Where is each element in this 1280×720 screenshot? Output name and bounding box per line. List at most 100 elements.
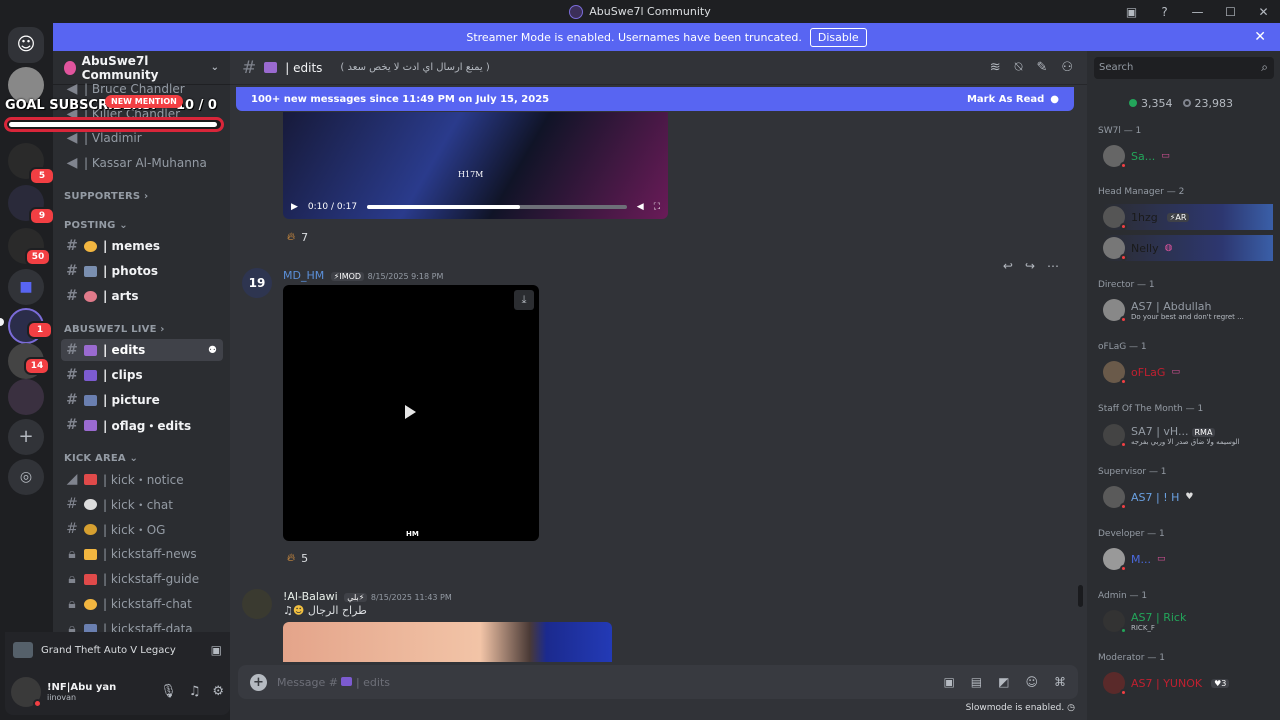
explore-icon[interactable]: ◎ bbox=[8, 459, 44, 495]
microphone-icon[interactable]: 🎙︎ bbox=[160, 684, 177, 699]
gift-icon[interactable]: ▣ bbox=[943, 675, 954, 689]
new-messages-bar[interactable]: 100+ new messages since 11:49 PM on July… bbox=[236, 87, 1074, 111]
avatar[interactable] bbox=[242, 589, 272, 619]
image-attachment[interactable] bbox=[283, 622, 612, 662]
notifications-muted-icon[interactable]: ⍉ bbox=[1015, 60, 1023, 75]
mark-as-read-button[interactable]: Mark As Read bbox=[967, 94, 1044, 105]
download-icon[interactable]: ⤓ bbox=[514, 290, 534, 310]
member-badge: RMA bbox=[1191, 427, 1216, 437]
channel-kickstaff-news[interactable]: 🔒︎ | kickstaff-news bbox=[61, 543, 223, 565]
member-item[interactable]: AS7 | Abdullah Do your best and don't reg… bbox=[1103, 297, 1244, 323]
avatar bbox=[1103, 548, 1127, 572]
add-member-icon[interactable]: ⚉ bbox=[208, 345, 217, 356]
fullscreen-icon[interactable]: ⛶ bbox=[654, 202, 660, 212]
member-badge: ⚡AR bbox=[1166, 212, 1190, 222]
palette-icon bbox=[84, 290, 97, 302]
channel-label: | kickstaff-data bbox=[103, 622, 193, 632]
more-icon[interactable]: ⋯ bbox=[1047, 259, 1059, 273]
channel-memes[interactable]: # | memes bbox=[61, 235, 223, 257]
channel-photos[interactable]: # | photos bbox=[61, 260, 223, 282]
message-input[interactable]: + Message # | edits ▣ ▤ ◩ ☺ ⌘ bbox=[238, 665, 1078, 699]
avatar bbox=[1103, 610, 1127, 634]
message-author[interactable]: MD_HM ⚡IMOD 8/15/2025 9:18 PM bbox=[283, 269, 443, 282]
activity-panel[interactable]: Grand Theft Auto V Legacy ▣ bbox=[5, 632, 230, 668]
video-icon bbox=[341, 676, 353, 686]
help-icon[interactable]: ? bbox=[1148, 5, 1181, 19]
channel-clips[interactable]: # | clips bbox=[61, 364, 223, 386]
channel-kick-og[interactable]: # | kick・OG bbox=[61, 518, 223, 540]
forward-icon[interactable]: ↪ bbox=[1025, 259, 1035, 273]
maximize-button[interactable]: ☐ bbox=[1214, 5, 1247, 19]
online-number: 3,354 bbox=[1141, 97, 1173, 110]
play-icon[interactable]: ▶ bbox=[291, 202, 298, 212]
game-settings-icon[interactable]: ▣ bbox=[211, 643, 222, 657]
channel-arts[interactable]: # | arts bbox=[61, 285, 223, 307]
member-item[interactable]: Nelly ◍ bbox=[1103, 235, 1273, 261]
apps-icon[interactable]: ⌘ bbox=[1054, 675, 1066, 689]
close-icon[interactable]: ✕ bbox=[1254, 29, 1266, 45]
total-number: 23,983 bbox=[1194, 97, 1234, 110]
channel-topic[interactable]: ( يمنع ارسال اي ادت لا يخص سعد ) bbox=[340, 62, 489, 73]
volume-icon[interactable]: ◀ bbox=[637, 202, 644, 212]
goal-progress-fill bbox=[9, 122, 217, 127]
inbox-icon[interactable]: ▣ bbox=[1115, 5, 1148, 19]
speaker-icon: ◀ bbox=[66, 130, 78, 146]
member-item[interactable]: AS7 | Rick RICK_F bbox=[1103, 608, 1186, 634]
member-item[interactable]: 1hzg ⚡AR bbox=[1103, 204, 1273, 230]
member-badge: ♥3 bbox=[1211, 678, 1230, 688]
channel-edits[interactable]: # | edits ⚉ bbox=[61, 339, 223, 361]
member-item[interactable]: SA7 | vH... RMA الوسيمه ولا ضاق صدر الا ور… bbox=[1103, 422, 1240, 448]
play-icon[interactable] bbox=[405, 405, 416, 419]
pin-icon[interactable]: ✎ bbox=[1036, 60, 1047, 75]
disable-streamer-button[interactable]: Disable bbox=[809, 27, 867, 47]
emoji-icon[interactable]: ☺ bbox=[1025, 675, 1038, 689]
gear-icon[interactable]: ⚙ bbox=[212, 684, 224, 699]
add-server-icon[interactable]: + bbox=[8, 419, 44, 455]
upload-icon[interactable]: + bbox=[250, 673, 267, 691]
member-list-icon[interactable]: ⚇ bbox=[1061, 60, 1073, 75]
category-supporters[interactable]: SUPPORTERS › bbox=[64, 191, 148, 202]
speech-icon bbox=[84, 498, 97, 510]
server-icon[interactable] bbox=[8, 379, 44, 415]
category-live[interactable]: ABUSWE7L LIVE › bbox=[64, 324, 165, 335]
sticker-icon[interactable]: ◩ bbox=[998, 675, 1009, 689]
close-window-button[interactable]: ✕ bbox=[1247, 5, 1280, 19]
avatar[interactable]: 19 bbox=[242, 268, 272, 298]
unread-badge: 9 bbox=[29, 207, 55, 225]
message-author[interactable]: !Al-Balawi بلي⚡ 8/15/2025 11:43 PM bbox=[283, 590, 452, 603]
channel-kick-notice[interactable]: ◢ | kick・notice bbox=[61, 468, 223, 490]
category-kick[interactable]: KICK AREA ⌄ bbox=[64, 453, 138, 464]
member-item[interactable]: AS7 | YUNOK ♥3 bbox=[1103, 670, 1230, 696]
member-item[interactable]: M... ▭ bbox=[1103, 546, 1166, 572]
channel-kickstaff-data[interactable]: 🔒︎ | kickstaff-data bbox=[61, 618, 223, 632]
channel-kickstaff-guide[interactable]: 🔒︎ | kickstaff-guide bbox=[61, 568, 223, 590]
voice-channel[interactable]: ◀ | Kassar Al-Muhanna bbox=[61, 152, 223, 174]
member-item[interactable]: oFLaG ▭ bbox=[1103, 359, 1180, 385]
channel-kickstaff-chat[interactable]: 🔒︎ | kickstaff-chat bbox=[61, 593, 223, 615]
video-progress[interactable] bbox=[367, 205, 627, 209]
reaction[interactable]: 🔥︎ 5 bbox=[287, 551, 308, 565]
category-posting[interactable]: POSTING ⌄ bbox=[64, 220, 128, 231]
badge-text: RMA bbox=[1194, 427, 1213, 437]
threads-icon[interactable]: ≋ bbox=[990, 60, 1001, 75]
video-attachment[interactable]: ⤓ HM bbox=[283, 285, 539, 541]
channel-picture[interactable]: # | picture bbox=[61, 389, 223, 411]
new-mention-badge[interactable]: NEW MENTION bbox=[105, 95, 183, 108]
discord-home-icon[interactable]: ☺ bbox=[8, 27, 44, 63]
video-attachment[interactable]: H17M ▶ 0:10 / 0:17 ◀ ⛶ bbox=[283, 112, 668, 219]
headphones-icon[interactable]: ♫ bbox=[189, 684, 201, 699]
folder-icon[interactable]: ■ bbox=[8, 269, 44, 305]
search-input[interactable]: Search ⌕ bbox=[1094, 57, 1274, 79]
minimize-button[interactable]: — bbox=[1181, 5, 1214, 19]
member-item[interactable]: Sa... ▭ bbox=[1103, 143, 1170, 169]
channel-label: | Vladimir bbox=[84, 131, 142, 145]
reaction[interactable]: 🔥︎ 7 bbox=[287, 230, 308, 244]
gif-icon[interactable]: ▤ bbox=[971, 675, 982, 689]
reply-icon[interactable]: ↩ bbox=[1003, 259, 1013, 273]
avatar[interactable] bbox=[11, 676, 42, 708]
member-item[interactable]: AS7 | ! H ♥ bbox=[1103, 484, 1193, 510]
scrollbar[interactable] bbox=[1078, 585, 1083, 607]
unread-badge: 5 bbox=[29, 167, 55, 185]
channel-kick-chat[interactable]: # | kick・chat bbox=[61, 493, 223, 515]
channel-oflag-edits[interactable]: # | oflag・edits bbox=[61, 414, 223, 436]
